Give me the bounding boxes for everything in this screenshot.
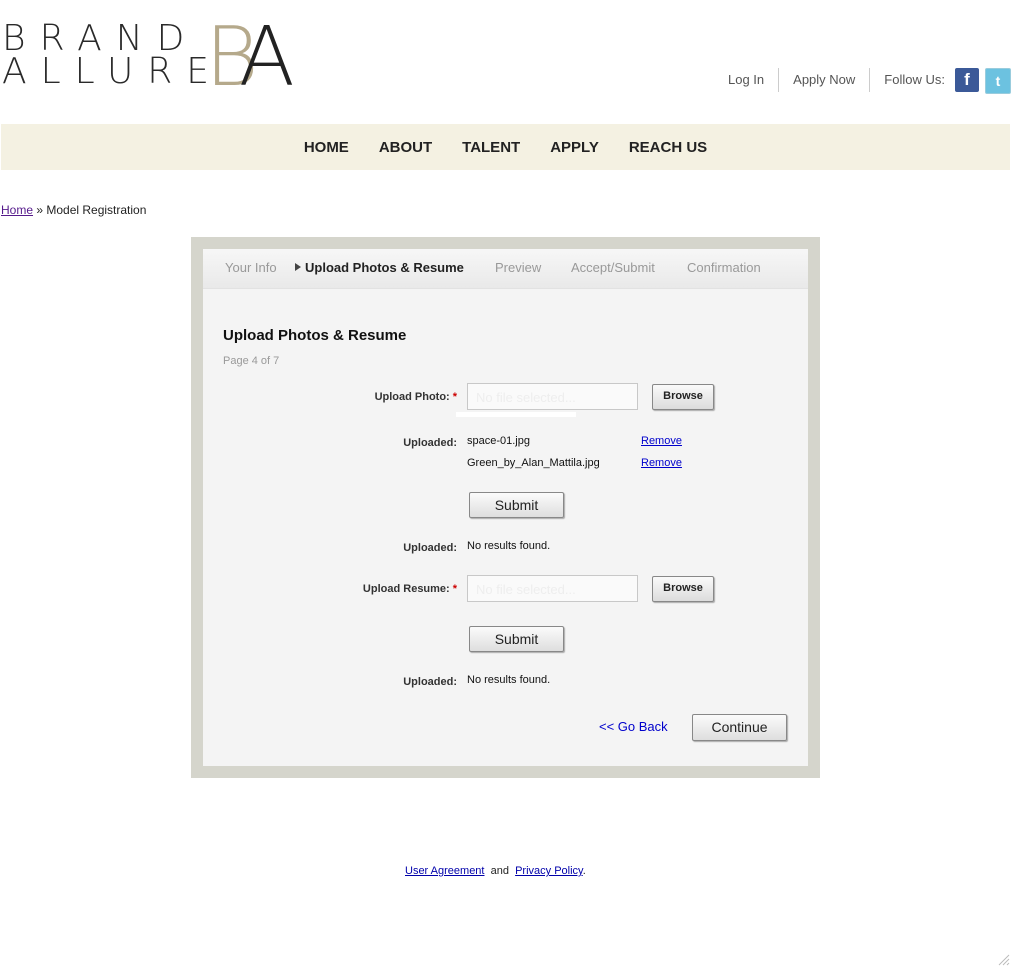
header-links: Log In Apply Now Follow Us: xyxy=(714,68,959,92)
upload-resume-label-text: Upload Resume: xyxy=(362,583,450,595)
uploaded-file-name: space-01.jpg xyxy=(467,435,530,447)
photo-submit-button[interactable]: Submit xyxy=(469,492,564,518)
photo-uploaded-label-2: Uploaded: xyxy=(403,542,457,554)
no-results-text: No results found. xyxy=(467,540,551,552)
facebook-icon[interactable]: f xyxy=(955,68,979,92)
nav-talent[interactable]: TALENT xyxy=(447,124,535,172)
footer-period: . xyxy=(582,865,586,877)
photo-uploaded-label: Uploaded: xyxy=(403,437,457,449)
photo-browse-button[interactable]: Browse xyxy=(652,384,714,410)
no-results-text: No results found. xyxy=(467,674,551,686)
brand-logo-mark[interactable]: BA xyxy=(205,17,295,99)
upload-progress-bar xyxy=(456,412,576,417)
logo-word-allure: ALLURE xyxy=(2,51,224,92)
nav-apply[interactable]: APPLY xyxy=(535,124,614,172)
step-preview[interactable]: Preview xyxy=(495,260,541,275)
upload-resume-label: Upload Resume: * xyxy=(217,583,457,595)
go-back-link[interactable]: << Go Back xyxy=(599,719,668,734)
brand-logo-text[interactable]: BRAND ALLURE xyxy=(2,21,224,92)
user-agreement-link[interactable]: User Agreement xyxy=(405,865,484,877)
breadcrumb-current: Model Registration xyxy=(46,203,147,217)
resume-submit-button[interactable]: Submit xyxy=(469,626,564,652)
form-title: Upload Photos & Resume xyxy=(223,327,407,344)
upload-photo-file-input[interactable]: No file selected... xyxy=(467,383,638,410)
remove-file-link[interactable]: Remove xyxy=(641,457,682,469)
login-link[interactable]: Log In xyxy=(714,68,778,92)
privacy-policy-link[interactable]: Privacy Policy xyxy=(515,865,583,877)
main-nav: HOME ABOUT TALENT APPLY REACH US xyxy=(1,124,1010,170)
uploaded-file-name: Green_by_Alan_Mattila.jpg xyxy=(467,457,600,469)
footer-and: and xyxy=(490,865,509,877)
resume-browse-button[interactable]: Browse xyxy=(652,576,714,602)
page-indicator: Page 4 of 7 xyxy=(223,355,280,367)
follow-us-label: Follow Us: xyxy=(884,72,945,87)
current-step-arrow-icon xyxy=(295,263,301,271)
breadcrumb: Home » Model Registration xyxy=(1,203,146,217)
nav-home[interactable]: HOME xyxy=(289,124,364,172)
required-marker: * xyxy=(452,583,457,595)
resize-grip-icon[interactable] xyxy=(996,952,1010,966)
apply-now-link[interactable]: Apply Now xyxy=(779,68,869,92)
resume-uploaded-label: Uploaded: xyxy=(403,676,457,688)
breadcrumb-separator: » xyxy=(33,203,47,217)
upload-photo-label: Upload Photo: * xyxy=(217,391,457,403)
twitter-icon[interactable]: t xyxy=(985,68,1011,94)
step-tabs: Your Info Upload Photos & Resume Preview… xyxy=(203,249,808,289)
upload-photo-label-text: Upload Photo: xyxy=(374,391,450,403)
step-upload-photos-resume[interactable]: Upload Photos & Resume xyxy=(295,260,464,275)
breadcrumb-home[interactable]: Home xyxy=(1,203,33,217)
footer-links: User Agreement and Privacy Policy. xyxy=(405,865,586,877)
step-your-info[interactable]: Your Info xyxy=(225,260,277,275)
logo-mark-b: B xyxy=(205,10,259,105)
step-confirmation[interactable]: Confirmation xyxy=(687,260,761,275)
step-label: Upload Photos & Resume xyxy=(305,260,464,275)
step-accept-submit[interactable]: Accept/Submit xyxy=(571,260,655,275)
upload-resume-file-input[interactable]: No file selected... xyxy=(467,575,638,602)
nav-about[interactable]: ABOUT xyxy=(364,124,447,172)
continue-button[interactable]: Continue xyxy=(692,714,787,741)
logo-mark-a: A xyxy=(238,10,295,105)
nav-reach-us[interactable]: REACH US xyxy=(614,124,722,172)
required-marker: * xyxy=(452,391,457,403)
remove-file-link[interactable]: Remove xyxy=(641,435,682,447)
